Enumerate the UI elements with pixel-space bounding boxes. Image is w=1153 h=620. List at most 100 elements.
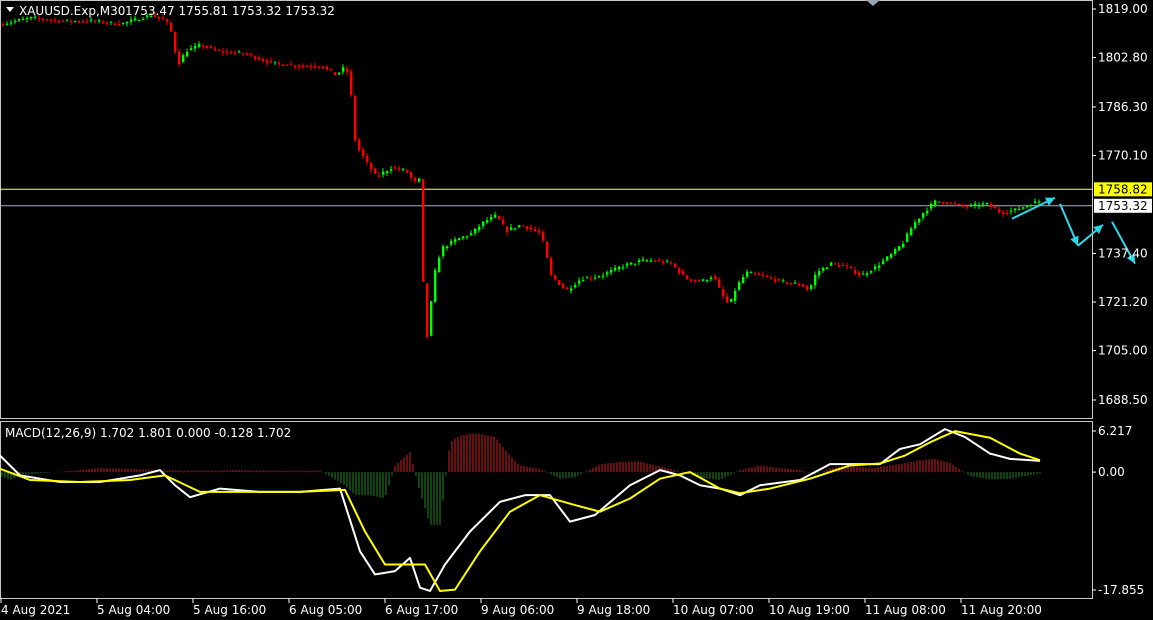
candle-body <box>258 57 261 60</box>
candle-body <box>290 64 293 66</box>
candle-body <box>402 168 405 170</box>
candle-body <box>122 22 125 24</box>
candle-body <box>510 227 513 230</box>
candle-body <box>62 20 65 22</box>
time-tick-label: 11 Aug 20:00 <box>961 603 1042 617</box>
candle-body <box>94 20 97 22</box>
candle-body <box>370 163 373 170</box>
candle-body <box>830 262 833 266</box>
candle-body <box>486 220 489 223</box>
candle-body <box>1010 210 1013 212</box>
candle-body <box>526 226 529 230</box>
candle-body <box>834 263 837 265</box>
candle-body <box>1038 201 1041 203</box>
candle-body <box>398 168 401 170</box>
candle-body <box>190 48 193 51</box>
candle-body <box>10 22 13 24</box>
trading-chart[interactable]: 1819.00 1802.80 1786.30 1770.10 1737.40 1721.… <box>0 0 1153 620</box>
candle-body <box>430 301 433 336</box>
candle-body <box>878 265 881 268</box>
candle-body <box>746 271 749 277</box>
candle-body <box>450 241 453 245</box>
candle-body <box>938 201 941 203</box>
candle-body <box>522 225 525 227</box>
candle-body <box>514 228 517 230</box>
candle-body <box>838 264 841 267</box>
candle-body <box>974 203 977 206</box>
price-tick-label: 1737.40 <box>1098 246 1148 260</box>
candle-body <box>990 204 993 207</box>
time-tick-label: 11 Aug 08:00 <box>865 603 946 617</box>
candle-body <box>246 53 249 55</box>
candle-body <box>606 272 609 275</box>
candle-body <box>946 202 949 205</box>
candle-body <box>786 282 789 284</box>
candle-body <box>894 248 897 254</box>
candle-body <box>734 290 737 301</box>
candle-body <box>762 274 765 276</box>
candle-body <box>266 60 269 64</box>
candle-body <box>890 253 893 258</box>
price-tick-label: 1819.00 <box>1098 2 1148 16</box>
candle-body <box>1026 205 1029 208</box>
candle-body <box>2 24 5 26</box>
candle-body <box>474 228 477 234</box>
candle-body <box>658 260 661 262</box>
candle-body <box>490 216 493 220</box>
candle-body <box>318 66 321 68</box>
candle-body <box>242 53 245 55</box>
candle-body <box>750 272 753 274</box>
candle-body <box>546 241 549 258</box>
candle-body <box>670 262 673 264</box>
candle-body <box>554 275 557 280</box>
candle-body <box>18 19 21 21</box>
candle-body <box>1006 213 1009 215</box>
candle-body <box>874 266 877 270</box>
candle-body <box>422 179 425 282</box>
candle-body <box>914 222 917 229</box>
candle-body <box>886 256 889 261</box>
candle-body <box>202 46 205 48</box>
candle-body <box>138 20 141 22</box>
candle-body <box>14 21 17 23</box>
candle-body <box>566 287 569 290</box>
symbol-label: XAUUSD.Exp,M30 <box>19 4 125 18</box>
candle-body <box>274 61 277 63</box>
candle-body <box>206 45 209 48</box>
candle-body <box>506 226 509 232</box>
candle-body <box>406 170 409 173</box>
candle-body <box>218 50 221 52</box>
candle-body <box>766 275 769 277</box>
candle-body <box>78 21 81 23</box>
candle-body <box>82 21 85 23</box>
candle-body <box>342 67 345 72</box>
time-tick-label: 6 Aug 05:00 <box>289 603 362 617</box>
candle-body <box>958 204 961 206</box>
candle-body <box>798 284 801 286</box>
candle-body <box>210 46 213 48</box>
candle-body <box>530 227 533 230</box>
candle-body <box>306 66 309 68</box>
candle-body <box>614 267 617 271</box>
time-tick-label: 6 Aug 17:00 <box>385 603 458 617</box>
candle-body <box>678 268 681 274</box>
candle-body <box>674 263 677 268</box>
candle-body <box>618 266 621 270</box>
candle-body <box>858 272 861 276</box>
candle-body <box>694 279 697 281</box>
macd-tick-label: 6.217 <box>1098 424 1132 438</box>
candle-body <box>326 66 329 69</box>
candle-body <box>630 262 633 265</box>
candle-body <box>602 275 605 277</box>
ohlc-label: 1753.47 1755.81 1753.32 1753.32 <box>125 4 335 18</box>
candle-body <box>882 260 885 265</box>
candle-body <box>826 267 829 270</box>
price-tick-label: 1770.10 <box>1098 149 1148 163</box>
candle-body <box>58 21 61 23</box>
candle-body <box>234 52 237 54</box>
candle-body <box>434 270 437 302</box>
candle-body <box>194 45 197 49</box>
candle-body <box>654 260 657 262</box>
candle-body <box>586 277 589 279</box>
candle-body <box>278 63 281 65</box>
